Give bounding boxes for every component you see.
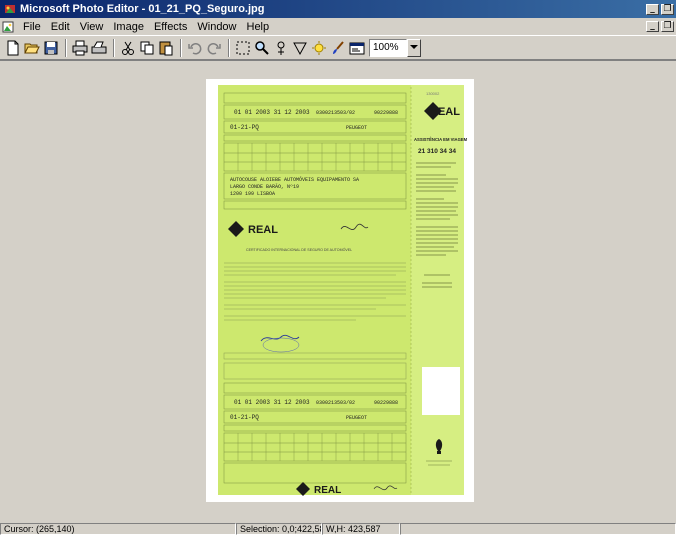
side-heading: ASSISTÊNCIA EM VIAGEM xyxy=(414,137,468,142)
policy-number-top: 0300213503/02 xyxy=(316,110,355,116)
touchup-icon[interactable] xyxy=(310,39,328,57)
toolbar-separator xyxy=(180,38,182,57)
make-bottom: PEUGEOT xyxy=(346,415,367,421)
toolbar: 100% xyxy=(0,35,676,60)
paste-icon[interactable] xyxy=(157,39,175,57)
status-selection: Selection: 0,0;422,586 xyxy=(236,522,322,535)
menu-view[interactable]: View xyxy=(75,21,109,33)
policy-code-top: 90229888 xyxy=(374,110,398,116)
menu-file[interactable]: File xyxy=(18,21,46,33)
redo-icon[interactable] xyxy=(205,39,223,57)
menu-bar: File Edit View Image Effects Window Help… xyxy=(0,18,676,35)
brand-logo-bottom: REAL xyxy=(314,485,341,496)
plate-top: 01-21-PQ xyxy=(230,124,259,131)
save-icon[interactable] xyxy=(42,39,60,57)
status-dimensions: W,H: 423,587 xyxy=(322,522,400,535)
zoom-combobox[interactable]: 100% xyxy=(369,38,421,57)
cut-icon[interactable] xyxy=(119,39,137,57)
zoom-dropdown-button[interactable] xyxy=(407,38,421,57)
copy-icon[interactable] xyxy=(138,39,156,57)
print-icon[interactable] xyxy=(71,39,89,57)
toolbar-separator xyxy=(113,38,115,57)
document-restore-button[interactable]: ❐ xyxy=(661,21,674,32)
toolbar-separator xyxy=(228,38,230,57)
open-folder-icon[interactable] xyxy=(23,39,41,57)
zoom-icon[interactable] xyxy=(253,39,271,57)
document-minimize-button[interactable]: _ xyxy=(646,21,659,32)
status-cursor-position: Cursor: (265,140) xyxy=(0,522,236,535)
menu-image[interactable]: Image xyxy=(108,21,149,33)
magic-wand-icon[interactable] xyxy=(272,39,290,57)
select-rectangle-icon[interactable] xyxy=(234,39,252,57)
status-empty-pane xyxy=(400,522,676,535)
make-top: PEUGEOT xyxy=(346,125,367,131)
date-range-bottom: 01 01 2003 31 12 2003 xyxy=(234,399,310,406)
date-range-top: 01 01 2003 31 12 2003 xyxy=(234,109,310,116)
plate-bottom: 01-21-PQ xyxy=(230,414,259,421)
side-phone: 21 310 34 34 xyxy=(418,148,456,155)
photo-editor-app-icon[interactable] xyxy=(4,3,16,15)
window-title: Microsoft Photo Editor - 01_21_PQ_Seguro… xyxy=(20,3,265,15)
restore-button[interactable]: ❐ xyxy=(661,3,674,15)
status-bar: Cursor: (265,140) Selection: 0,0;422,586… xyxy=(0,522,676,535)
new-file-icon[interactable] xyxy=(4,39,22,57)
undo-icon[interactable] xyxy=(186,39,204,57)
properties-icon[interactable] xyxy=(348,39,366,57)
certificate-title: CERTIFICADO INTERNACIONAL DE SEGURO DE A… xyxy=(246,247,352,252)
workspace: 01 01 2003 31 12 2003 0300213503/02 9022… xyxy=(0,61,676,522)
menu-edit[interactable]: Edit xyxy=(46,21,75,33)
image-canvas[interactable]: 01 01 2003 31 12 2003 0300213503/02 9022… xyxy=(206,79,474,502)
insured-address-2: 1200 199 LISBOA xyxy=(230,191,275,197)
insured-address-1: LARGO CONDE BARÃO, Nº19 xyxy=(230,183,299,190)
brand-logo-side: REAL xyxy=(430,106,460,118)
freeform-select-icon[interactable] xyxy=(291,39,309,57)
document-system-menu-icon[interactable] xyxy=(2,21,14,33)
menu-window[interactable]: Window xyxy=(192,21,241,33)
title-bar: Microsoft Photo Editor - 01_21_PQ_Seguro… xyxy=(0,0,676,18)
paintbrush-icon[interactable] xyxy=(329,39,347,57)
policy-number-bottom: 0300213503/02 xyxy=(316,400,355,406)
brand-logo-middle: REAL xyxy=(248,224,278,236)
menu-effects[interactable]: Effects xyxy=(149,21,192,33)
minimize-button[interactable]: _ xyxy=(646,3,659,15)
scanned-insurance-document: 01 01 2003 31 12 2003 0300213503/02 9022… xyxy=(218,85,468,496)
scan-icon[interactable] xyxy=(90,39,108,57)
menu-help[interactable]: Help xyxy=(242,21,275,33)
zoom-value[interactable]: 100% xyxy=(369,38,407,57)
toolbar-separator xyxy=(65,38,67,57)
policy-code-bottom: 90229888 xyxy=(374,400,398,406)
chevron-down-icon xyxy=(410,45,418,49)
form-number: 130002 xyxy=(426,91,440,96)
insured-name: AUTOCOUSE ALOIEBE AUTOMÓVEIS EQUIPAMENTO… xyxy=(230,176,359,183)
